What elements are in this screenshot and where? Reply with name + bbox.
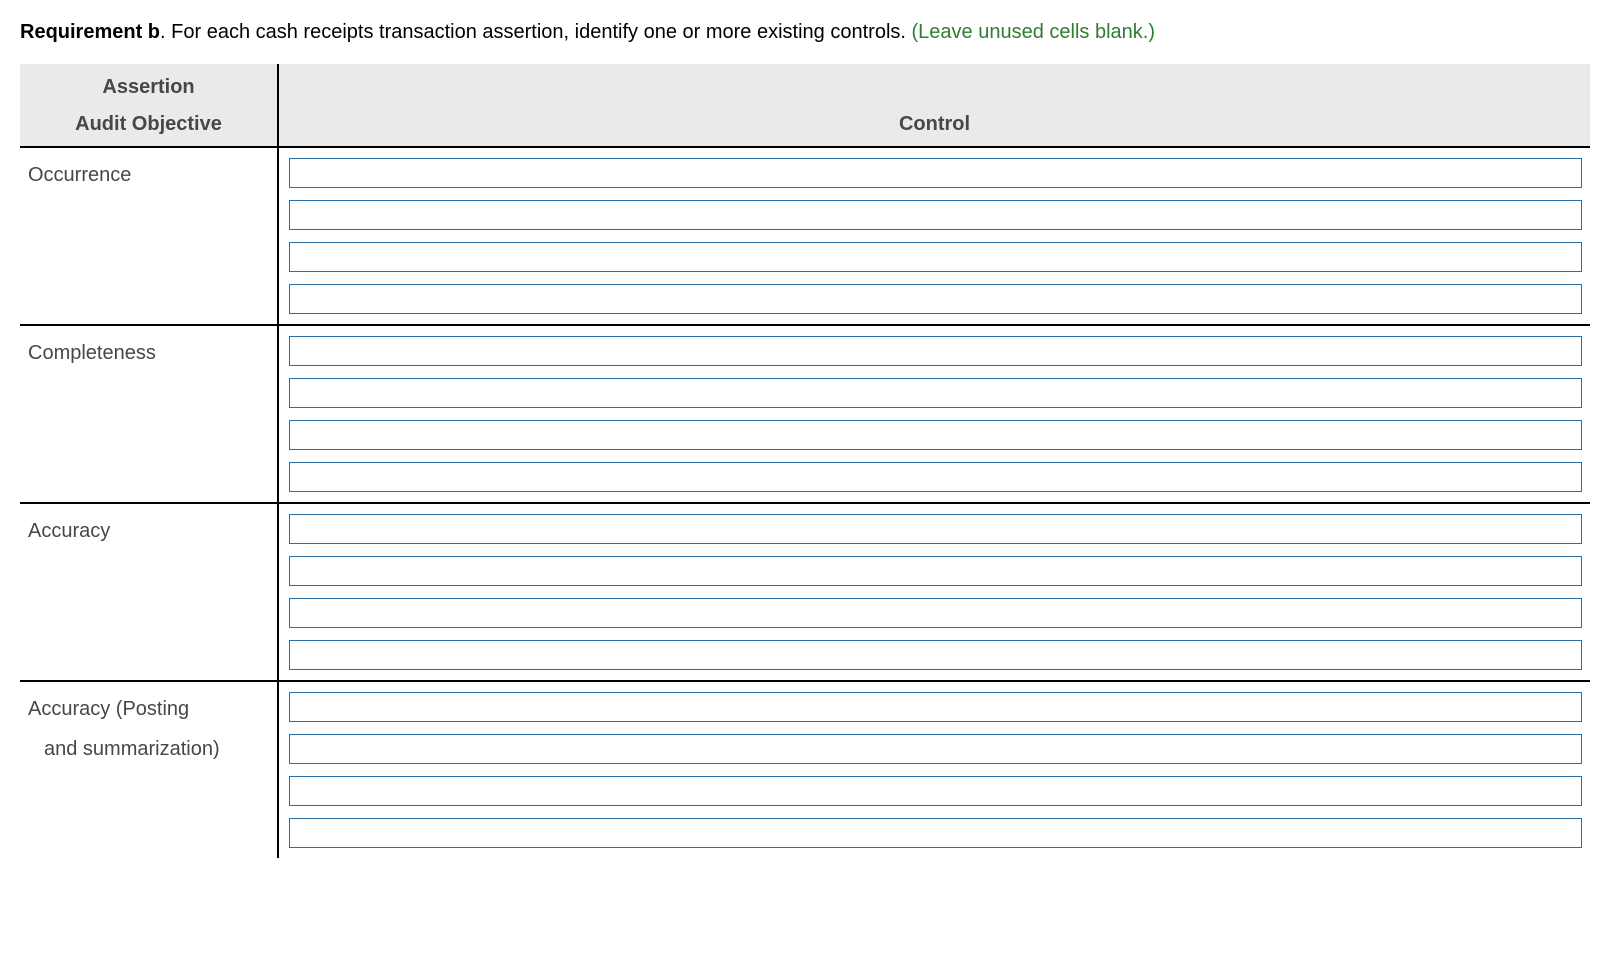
control-input[interactable] <box>289 640 1582 670</box>
assertion-text: Accuracy (Posting <box>28 698 189 720</box>
controls-cell <box>278 147 1590 325</box>
table-header-row: Assertion Audit Objective Control <box>20 64 1590 147</box>
controls-cell <box>278 325 1590 503</box>
requirement-note: (Leave unused cells blank.) <box>912 21 1155 43</box>
assertion-label-completeness: Completeness <box>20 325 278 503</box>
controls-cell <box>278 503 1590 681</box>
header-assertion: Assertion Audit Objective <box>20 64 278 147</box>
table-row: Completeness <box>20 325 1590 503</box>
assertion-text: Occurrence <box>28 164 131 186</box>
requirement-description: . For each cash receipts transaction ass… <box>160 21 911 43</box>
assertion-label-accuracy-posting: Accuracy (Posting and summarization) <box>20 681 278 858</box>
control-input[interactable] <box>289 692 1582 722</box>
table-row: Accuracy <box>20 503 1590 681</box>
assertion-text: Accuracy <box>28 520 110 542</box>
control-input[interactable] <box>289 818 1582 848</box>
control-input[interactable] <box>289 336 1582 366</box>
control-input[interactable] <box>289 776 1582 806</box>
control-input[interactable] <box>289 420 1582 450</box>
controls-cell <box>278 681 1590 858</box>
header-control: Control <box>278 64 1590 147</box>
control-input[interactable] <box>289 242 1582 272</box>
control-input[interactable] <box>289 200 1582 230</box>
control-input[interactable] <box>289 462 1582 492</box>
control-input[interactable] <box>289 158 1582 188</box>
header-assertion-line2: Audit Objective <box>30 113 267 136</box>
assertion-text-extra: and summarization) <box>28 736 267 762</box>
control-input[interactable] <box>289 284 1582 314</box>
control-input[interactable] <box>289 378 1582 408</box>
header-assertion-line1: Assertion <box>30 76 267 99</box>
control-input[interactable] <box>289 556 1582 586</box>
requirement-text-block: Requirement b. For each cash receipts tr… <box>20 18 1590 46</box>
controls-table: Assertion Audit Objective Control Occurr… <box>20 64 1590 858</box>
assertion-label-accuracy: Accuracy <box>20 503 278 681</box>
requirement-label: Requirement b <box>20 21 160 43</box>
table-row: Accuracy (Posting and summarization) <box>20 681 1590 858</box>
table-row: Occurrence <box>20 147 1590 325</box>
control-input[interactable] <box>289 598 1582 628</box>
control-input[interactable] <box>289 514 1582 544</box>
control-input[interactable] <box>289 734 1582 764</box>
assertion-text: Completeness <box>28 342 156 364</box>
assertion-label-occurrence: Occurrence <box>20 147 278 325</box>
